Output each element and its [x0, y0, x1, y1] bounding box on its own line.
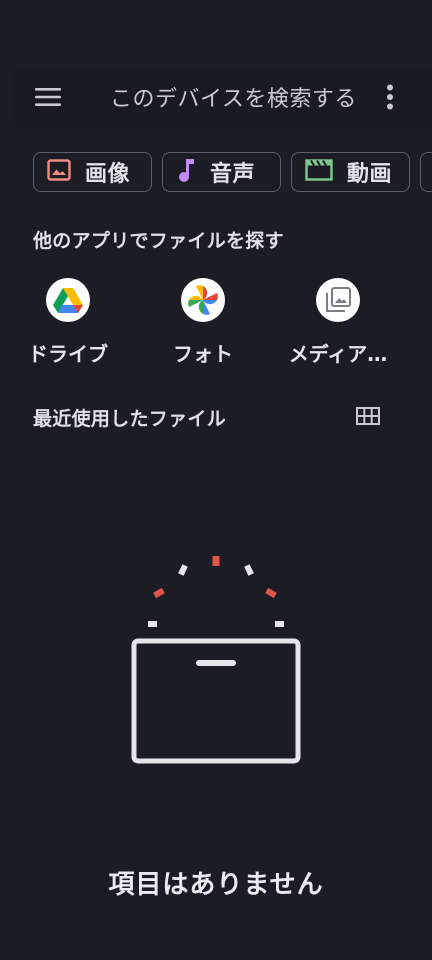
app-drive[interactable]: ドライブ	[3, 278, 133, 367]
chip-more[interactable]	[420, 152, 432, 192]
music-note-icon	[176, 157, 196, 187]
app-media-label: メディア…	[288, 342, 388, 366]
recent-files-heading: 最近使用したファイル	[33, 408, 227, 430]
search-placeholder[interactable]: このデバイスを検索する	[110, 81, 357, 113]
chip-audio[interactable]: 音声	[162, 152, 281, 192]
empty-box-illustration	[126, 552, 306, 772]
app-media[interactable]: メディア…	[273, 278, 403, 367]
app-photos-label: フォト	[173, 342, 233, 366]
chip-images-label: 画像	[85, 162, 131, 187]
category-chips: 画像 音声 動画	[33, 152, 432, 194]
more-vert-icon[interactable]	[370, 77, 410, 117]
other-apps-heading: 他のアプリでファイルを探す	[33, 230, 284, 252]
movie-icon	[305, 159, 333, 185]
chip-images[interactable]: 画像	[33, 152, 152, 192]
app-drive-label: ドライブ	[28, 342, 108, 366]
app-photos[interactable]: フォト	[138, 278, 268, 367]
media-gallery-icon	[316, 278, 360, 322]
files-app-screen: このデバイスを検索する 画像 音声 動画 他のアプリでファイルを探す ドライブ …	[0, 0, 432, 960]
google-photos-icon	[181, 278, 225, 322]
google-drive-icon	[46, 278, 90, 322]
chip-videos[interactable]: 動画	[291, 152, 410, 192]
chip-audio-label: 音声	[210, 162, 256, 187]
image-icon	[47, 159, 71, 185]
hamburger-menu-icon[interactable]	[28, 77, 68, 117]
chip-videos-label: 動画	[347, 162, 393, 187]
grid-view-icon[interactable]	[350, 398, 386, 434]
empty-state-message: 項目はありません	[108, 870, 324, 900]
search-bar[interactable]: このデバイスを検索する	[12, 66, 432, 128]
